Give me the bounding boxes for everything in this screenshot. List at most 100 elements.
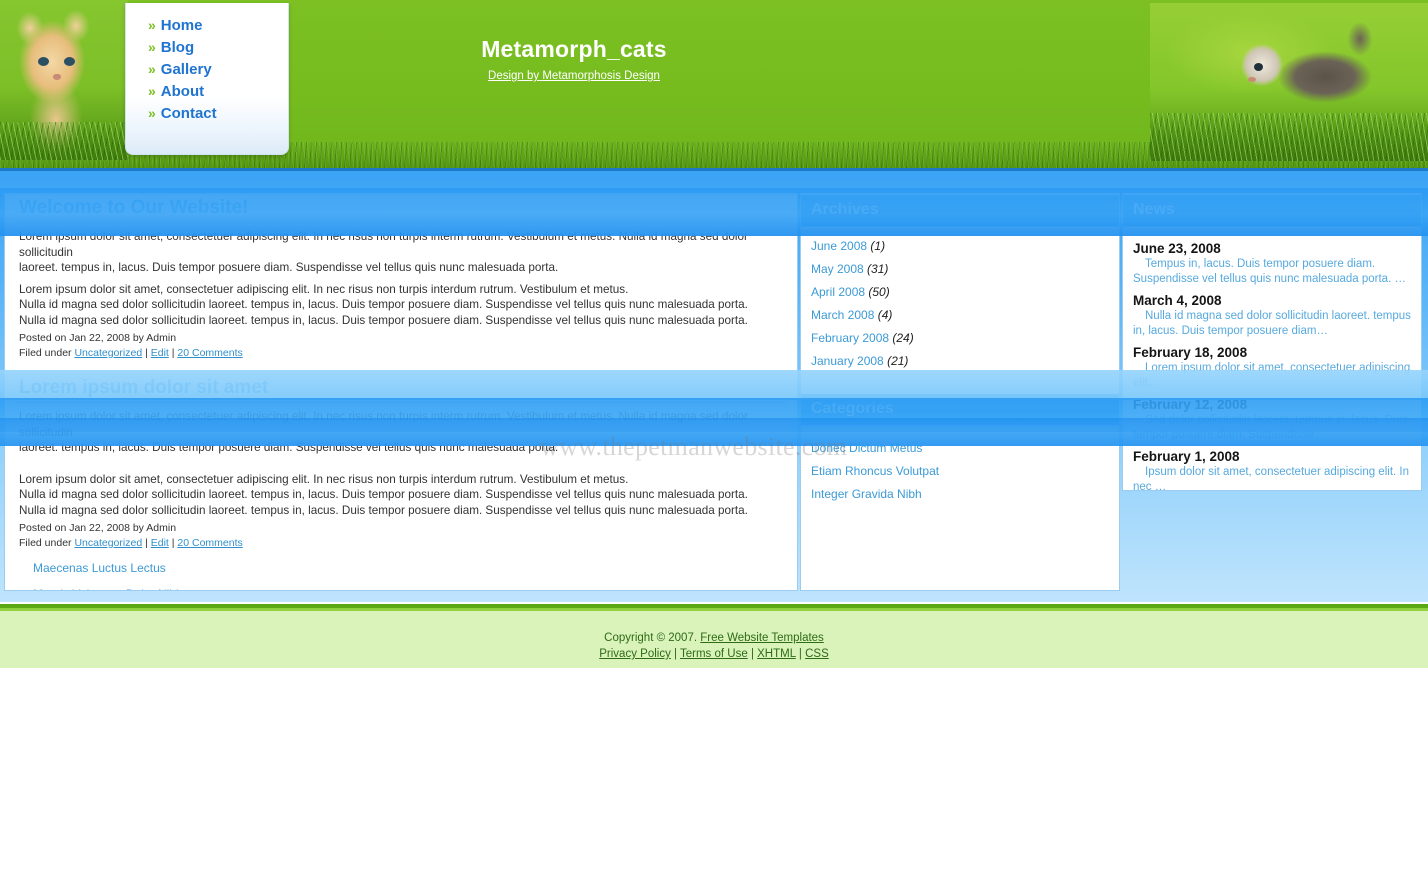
- post-category-link[interactable]: Uncategorized: [74, 537, 142, 549]
- news-excerpt: Sed dolor sollicitudin laoreet. tempus i…: [1133, 414, 1408, 441]
- chevron-double-right-icon: »: [148, 17, 156, 33]
- news-excerpt: Tempus in, lacus. Duis tempor posuere di…: [1133, 258, 1406, 285]
- filed-under-label: Filed under: [19, 537, 75, 549]
- nav-label: Home: [160, 16, 203, 34]
- nav-label: Blog: [160, 38, 195, 56]
- bottom-link[interactable]: Mauris Vulputate Dolor Nibh: [33, 587, 183, 590]
- separator: |: [142, 537, 151, 549]
- main-content-column: Welcome to Our Website! Lorem ipsum dolo…: [4, 193, 798, 591]
- site-branding: Metamorph_cats Design by Metamorphosis D…: [300, 36, 848, 82]
- nav-item-home[interactable]: » Home: [148, 15, 288, 35]
- post-paragraph: Lorem ipsum dolor sit amet, consectetuer…: [19, 472, 787, 519]
- nav-label: Contact: [160, 104, 217, 122]
- kitten-eye: [1254, 63, 1263, 71]
- news-date: February 1, 2008: [1133, 449, 1240, 464]
- category-link[interactable]: Integer Gravida Nibh: [811, 487, 922, 501]
- archives-panel-header: Archives: [801, 195, 1119, 227]
- post-line: Nulla id magna sed dolor sollicitudin la…: [19, 313, 748, 327]
- privacy-policy-link[interactable]: Privacy Policy: [599, 648, 671, 660]
- news-date: February 18, 2008: [1133, 345, 1248, 360]
- archive-link[interactable]: March 2008: [811, 308, 874, 322]
- category-link[interactable]: Donec Dictum Metus: [811, 441, 922, 455]
- xhtml-link[interactable]: XHTML: [757, 648, 796, 660]
- list-item: Integer Gravida Nibh: [811, 487, 1119, 501]
- grass-foreground-right: [1150, 113, 1428, 161]
- categories-heading: Categories: [811, 400, 894, 417]
- grass-foreground-left: [0, 122, 128, 160]
- list-item: Mauris Vulputate Dolor Nibh: [33, 585, 797, 590]
- news-excerpt: Nulla id magna sed dolor sollicitudin la…: [1133, 310, 1411, 337]
- nav-item-blog[interactable]: » Blog: [148, 37, 288, 57]
- post-line: laoreet. tempus in, lacus. Duis tempor p…: [19, 441, 559, 454]
- nav-item-gallery[interactable]: » Gallery: [148, 59, 288, 79]
- post-edit-link[interactable]: Edit: [151, 537, 169, 549]
- post-comments-link[interactable]: 20 Comments: [177, 347, 242, 359]
- news-excerpt: Lorem ipsum dolor sit amet, consectetuer…: [1133, 362, 1411, 389]
- site-header: Metamorph_cats Design by Metamorphosis D…: [0, 0, 1428, 168]
- post-line: Lorem ipsum dolor sit amet, consectetuer…: [19, 410, 748, 439]
- bottom-link[interactable]: Maecenas Luctus Lectus: [33, 561, 166, 575]
- kitten-nose: [1248, 77, 1256, 82]
- post-paragraph: Lorem ipsum dolor sit amet, consectetuer…: [19, 229, 787, 276]
- archive-link[interactable]: April 2008: [811, 285, 865, 299]
- archive-count: (1): [870, 239, 886, 253]
- archive-count: (50): [868, 285, 890, 299]
- kitten-eye-right: [64, 57, 75, 66]
- site-tagline[interactable]: Design by Metamorphosis Design: [300, 70, 848, 82]
- archive-link[interactable]: May 2008: [811, 262, 864, 276]
- list-item: Donec Dictum Metus: [811, 441, 1119, 455]
- kitten-nose: [53, 74, 61, 80]
- post-welcome: Welcome to Our Website! Lorem ipsum dolo…: [5, 195, 797, 359]
- post-line: Lorem ipsum dolor sit amet, consectetuer…: [19, 282, 629, 296]
- free-website-templates-link[interactable]: Free Website Templates: [700, 632, 824, 644]
- post-line: Nulla id magna sed dolor sollicitudin la…: [19, 298, 748, 311]
- sidebar-news-column: News June 23, 2008 Tempus in, lacus. Dui…: [1122, 193, 1422, 491]
- footer-copyright: Copyright © 2007. Free Website Templates: [0, 630, 1428, 646]
- archive-count: (31): [867, 262, 889, 276]
- chevron-double-right-icon: »: [148, 83, 156, 99]
- archives-panel-body: June 2008 (1) May 2008 (31) April 2008 (…: [801, 227, 1119, 383]
- categories-panel-body: Donec Dictum Metus Etiam Rhoncus Volutpa…: [801, 426, 1119, 516]
- archive-link[interactable]: January 2008: [811, 354, 884, 368]
- content-area: Welcome to Our Website! Lorem ipsum dolo…: [0, 168, 1428, 602]
- news-item[interactable]: March 4, 2008 Nulla id magna sed dolor s…: [1133, 293, 1411, 338]
- news-item[interactable]: February 1, 2008 Ipsum dolor sit amet, c…: [1133, 449, 1411, 490]
- copyright-text: Copyright © 2007.: [604, 632, 701, 644]
- separator: |: [142, 347, 151, 359]
- post-title[interactable]: Lorem ipsum dolor sit amet: [15, 375, 787, 403]
- terms-of-use-link[interactable]: Terms of Use: [680, 648, 748, 660]
- content-top-divider: [0, 168, 1428, 171]
- list-item: Maecenas Luctus Lectus: [33, 559, 797, 577]
- categories-panel-header: Categories: [801, 394, 1119, 426]
- news-item[interactable]: February 18, 2008 Lorem ipsum dolor sit …: [1133, 345, 1411, 390]
- list-item: April 2008 (50): [811, 285, 1119, 299]
- category-link[interactable]: Etiam Rhoncus Volutpat: [811, 464, 939, 478]
- post-paragraph: Lorem ipsum dolor sit amet, consectetuer…: [19, 409, 787, 456]
- archives-list: June 2008 (1) May 2008 (31) April 2008 (…: [801, 239, 1119, 368]
- post-meta-filed: Filed under Uncategorized | Edit | 20 Co…: [19, 347, 787, 359]
- bottom-link-list: Maecenas Luctus Lectus Mauris Vulputate …: [5, 559, 797, 590]
- filed-under-label: Filed under: [19, 347, 75, 359]
- list-item: Etiam Rhoncus Volutpat: [811, 464, 1119, 478]
- post-line: Nulla id magna sed dolor sollicitudin la…: [19, 488, 748, 501]
- chevron-double-right-icon: »: [148, 105, 156, 121]
- post-title[interactable]: Welcome to Our Website!: [15, 195, 787, 223]
- post-line: laoreet. tempus in, lacus. Duis tempor p…: [19, 261, 559, 274]
- separator: |: [670, 648, 680, 660]
- main-navigation: » Home » Blog » Gallery » About » Contac…: [125, 3, 289, 155]
- chevron-double-right-icon: »: [148, 61, 156, 77]
- archive-link[interactable]: February 2008: [811, 331, 889, 345]
- post-meta-filed: Filed under Uncategorized | Edit | 20 Co…: [19, 537, 787, 549]
- post-category-link[interactable]: Uncategorized: [74, 347, 142, 359]
- archive-count: (4): [877, 308, 893, 322]
- nav-item-contact[interactable]: » Contact: [148, 103, 288, 123]
- nav-label: Gallery: [160, 60, 212, 78]
- post-line: Nulla id magna sed dolor sollicitudin la…: [19, 503, 748, 517]
- news-item[interactable]: June 23, 2008 Tempus in, lacus. Duis tem…: [1133, 241, 1411, 286]
- news-item[interactable]: February 12, 2008 Sed dolor sollicitudin…: [1133, 397, 1411, 442]
- nav-item-about[interactable]: » About: [148, 81, 288, 101]
- post-comments-link[interactable]: 20 Comments: [177, 537, 242, 549]
- css-link[interactable]: CSS: [805, 648, 829, 660]
- archive-link[interactable]: June 2008: [811, 239, 867, 253]
- post-edit-link[interactable]: Edit: [151, 347, 169, 359]
